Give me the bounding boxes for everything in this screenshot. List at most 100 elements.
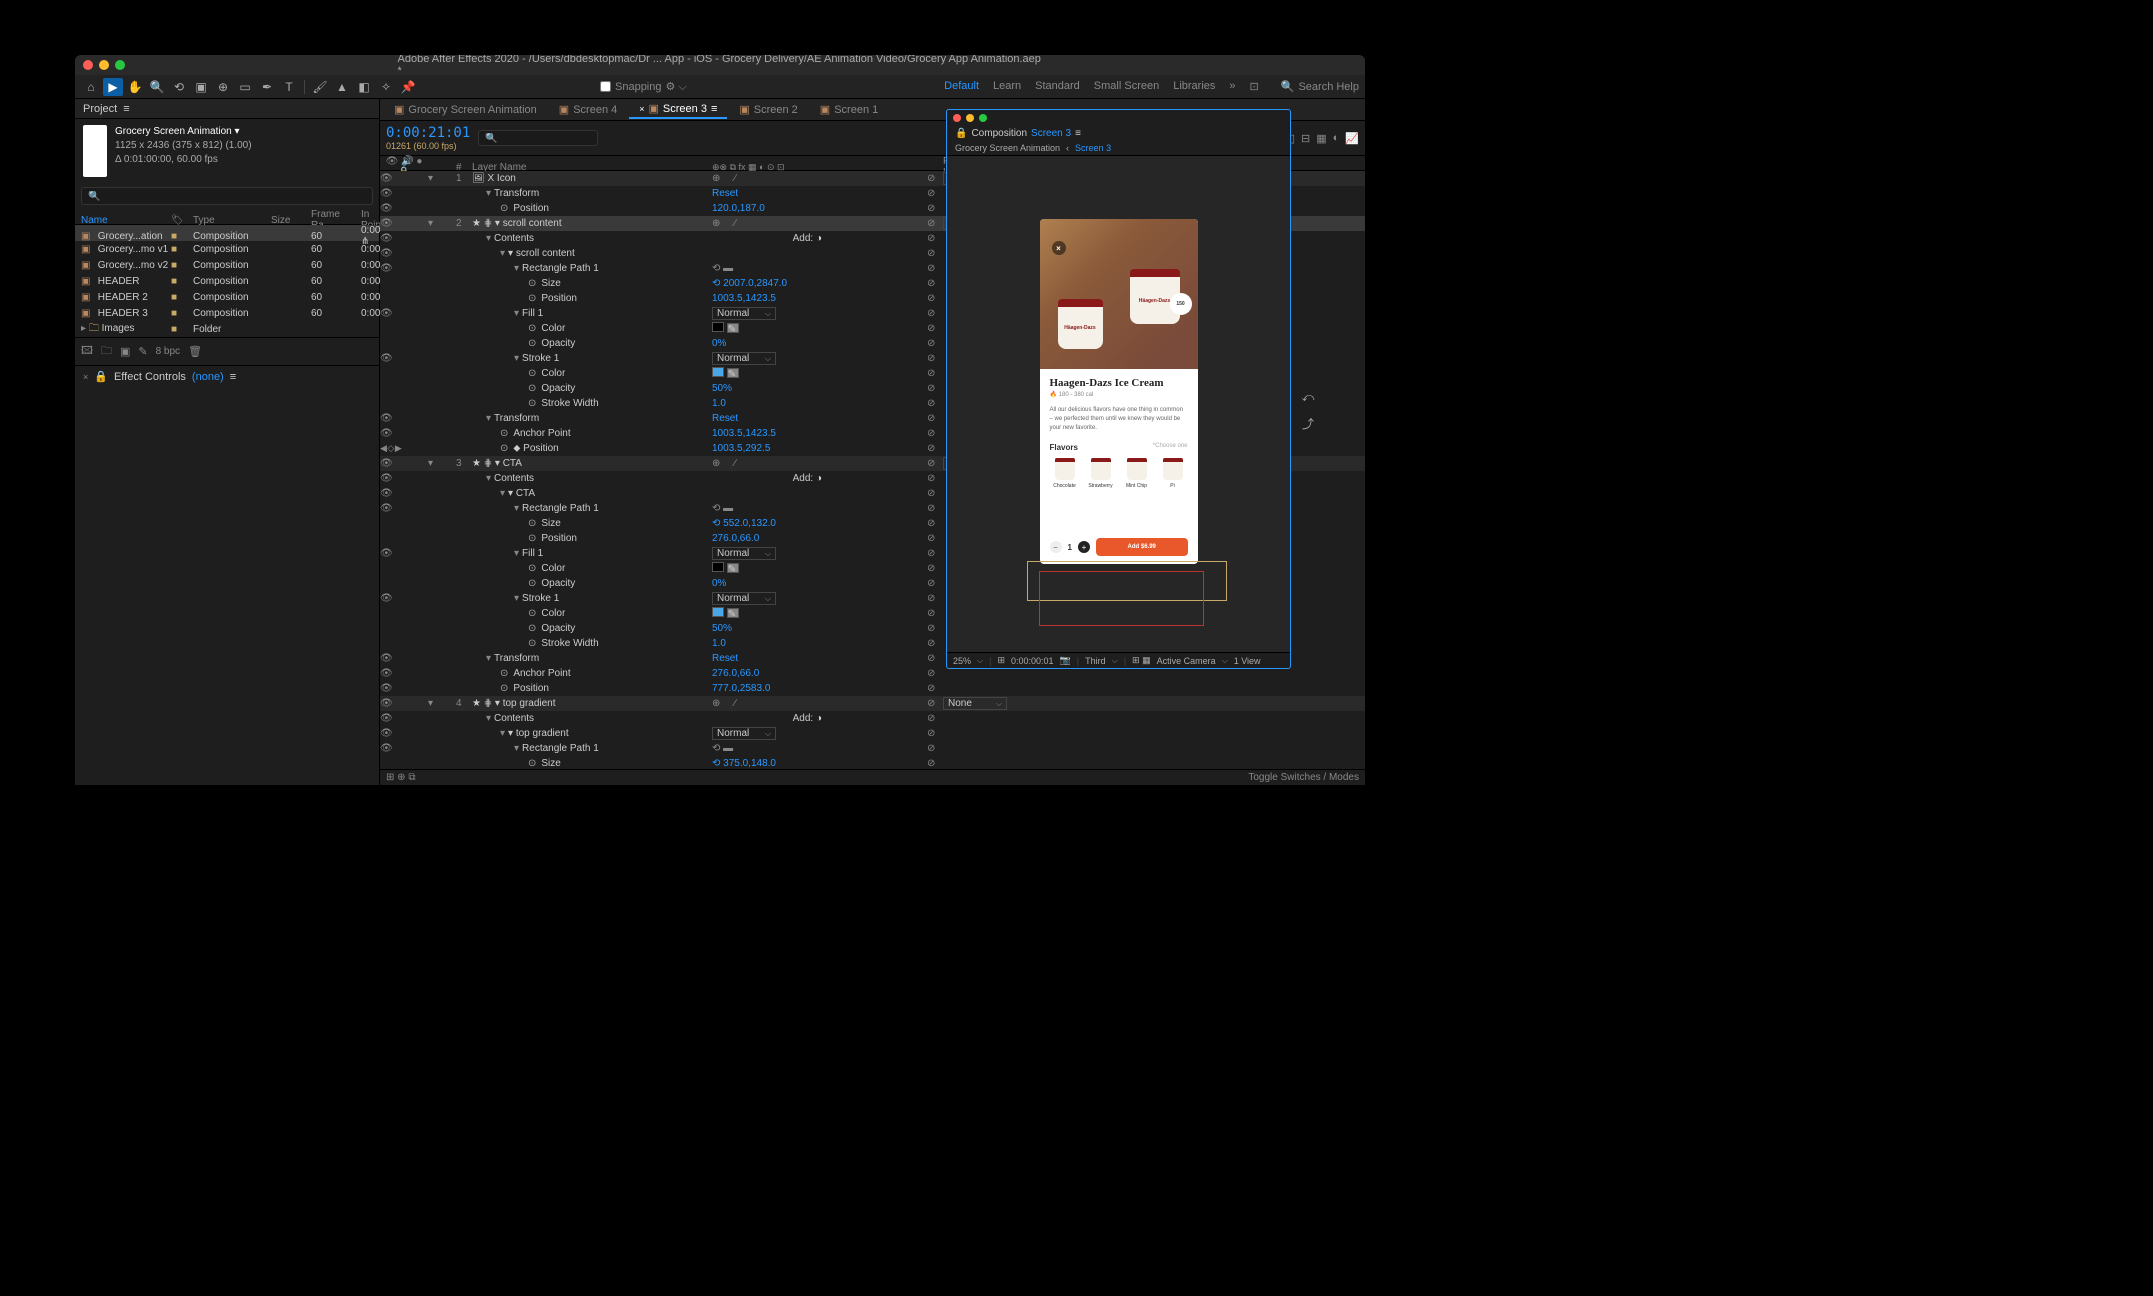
minimize-window-button[interactable] — [99, 60, 109, 70]
project-tab[interactable]: Project≡ — [75, 99, 379, 119]
window-title: Adobe After Effects 2020 - /Users/dbdesk… — [398, 55, 1043, 77]
panel-close-button[interactable] — [953, 114, 961, 122]
export-icon[interactable]: ⤴ — [1302, 415, 1314, 432]
workspace-menu[interactable]: ⊡ — [1250, 80, 1259, 93]
clone-tool[interactable]: ▲ — [332, 78, 352, 96]
project-item[interactable]: ▣ Grocery...mo v2■Composition600:00 — [75, 257, 379, 273]
property-row[interactable]: 👁▾ ▾ top gradientNormal ⌵⊘ — [380, 726, 1365, 741]
frame-blend-icon[interactable]: ▦ — [1316, 132, 1326, 145]
trash-icon[interactable]: 🗑 — [188, 345, 202, 358]
tab-grocery-animation[interactable]: ▣Grocery Screen Animation — [384, 101, 547, 118]
project-item[interactable]: ▣ HEADER■Composition600:00 — [75, 273, 379, 289]
snapshot-icon[interactable]: 📷 — [1060, 655, 1071, 666]
hand-tool[interactable]: ✋ — [125, 78, 145, 96]
adjust-icon[interactable]: ✎ — [138, 345, 147, 358]
workspace-standard[interactable]: Standard — [1035, 80, 1080, 93]
workspace-default[interactable]: Default — [944, 80, 979, 93]
type-tool[interactable]: T — [279, 78, 299, 96]
interpret-icon[interactable]: 🖾 — [81, 342, 93, 361]
mock-flavor-item: Strawberry — [1086, 458, 1116, 489]
main-toolbar: ⌂ ▶ ✋ 🔍 ⟲ ▣ ⊕ ▭ ✒ T 🖌 ▲ ◧ ✧ 📌 Snapping ⚙… — [75, 75, 1365, 99]
tab-screen-4[interactable]: ▣Screen 4 — [549, 101, 627, 118]
right-tool-strip: ⤺ ⤴ — [1300, 390, 1316, 432]
project-item[interactable]: ▸ 🗀 Images■Folder — [75, 321, 379, 337]
workspace-overflow[interactable]: » — [1229, 80, 1235, 93]
project-columns: Name 🏷 Type Size Frame Ra... In Point — [75, 209, 379, 225]
timeline-footer: ⊞ ⊕ ⧉ Toggle Switches / Modes — [380, 769, 1365, 785]
camera-tool[interactable]: ▣ — [191, 78, 211, 96]
magnification[interactable]: 25% — [953, 656, 971, 666]
orbit-tool[interactable]: ⟲ — [169, 78, 189, 96]
project-panel: Project≡ Grocery Screen Animation ▾ 1125… — [75, 99, 380, 785]
undo-icon[interactable]: ⤺ — [1302, 390, 1315, 405]
zoom-window-button[interactable] — [115, 60, 125, 70]
viewer-footer: 25%⌵ | ⊞ 0:00:00:01 📷 | Third⌵ | ⊞ ▦ Act… — [947, 652, 1290, 668]
layer-row[interactable]: 👁▾4★ ⋕ ▾ top gradient⊕ ∕⊘None ⌵ — [380, 696, 1365, 711]
lock-icon[interactable]: 🔒 — [955, 128, 967, 139]
roto-tool[interactable]: ✧ — [376, 78, 396, 96]
project-item[interactable]: ▣ HEADER 3■Composition600:00 — [75, 305, 379, 321]
viewer-canvas[interactable]: × Häagen-Dazs Häagen-Dazs 150 Haagen-Daz… — [947, 156, 1290, 652]
mock-calories: 🔥 180 - 380 cal — [1050, 391, 1188, 398]
mock-flavor-list: ChocolateStrawberryMint ChipPi — [1050, 458, 1188, 489]
timeline-search[interactable] — [478, 130, 598, 146]
workspace-learn[interactable]: Learn — [993, 80, 1021, 93]
property-row[interactable]: 👁▾ ContentsAdd: ◑⊘ — [380, 711, 1365, 726]
mockup-screen: × Häagen-Dazs Häagen-Dazs 150 Haagen-Daz… — [1040, 219, 1198, 564]
mock-calorie-badge: 150 — [1170, 293, 1192, 315]
panel-minimize-button[interactable] — [966, 114, 974, 122]
pen-tool[interactable]: ✒ — [257, 78, 277, 96]
project-search[interactable] — [81, 187, 373, 205]
project-list: ▣ Grocery...ation■Composition600:00 ⋔▣ G… — [75, 225, 379, 337]
folder-icon[interactable]: 🗀 — [101, 342, 112, 361]
project-item-preview: Grocery Screen Animation ▾ 1125 x 2436 (… — [75, 119, 379, 183]
workspace-libraries[interactable]: Libraries — [1173, 80, 1215, 93]
pan-behind-tool[interactable]: ⊕ — [213, 78, 233, 96]
property-row[interactable]: 👁⊙Position777.0,2583.0⊘ — [380, 681, 1365, 696]
current-time[interactable]: 0:00:21:01 — [386, 125, 470, 141]
search-help[interactable]: 🔍 Search Help — [1281, 80, 1359, 93]
graph-editor-icon[interactable]: 📈 — [1345, 132, 1359, 145]
brush-tool[interactable]: 🖌 — [310, 78, 330, 96]
close-window-button[interactable] — [83, 60, 93, 70]
property-row[interactable]: 👁▾ Rectangle Path 1⟲ ▬⊘ — [380, 741, 1365, 756]
zoom-tool[interactable]: 🔍 — [147, 78, 167, 96]
lock-icon[interactable]: 🔒 — [94, 370, 108, 383]
effect-controls-panel[interactable]: × 🔒 Effect Controls (none) ≡ — [75, 365, 379, 387]
eraser-tool[interactable]: ◧ — [354, 78, 374, 96]
project-item[interactable]: ▣ Grocery...ation■Composition600:00 ⋔ — [75, 225, 379, 241]
resolution-icon[interactable]: ⊞ — [997, 655, 1005, 666]
mock-cart-bar: − 1 + Add $6.99 — [1040, 530, 1198, 564]
mock-close-button: × — [1052, 241, 1066, 255]
mock-add-button: Add $6.99 — [1096, 538, 1188, 556]
new-comp-icon[interactable]: ▣ — [120, 345, 130, 358]
composition-viewer-panel: 🔒 Composition Screen 3≡ Grocery Screen A… — [946, 109, 1291, 669]
close-icon[interactable]: × — [83, 372, 88, 382]
tab-screen-3[interactable]: ×▣Screen 3≡ — [629, 100, 727, 119]
mock-flavor-item: Chocolate — [1050, 458, 1080, 489]
motion-blur-icon[interactable]: ◐ — [1333, 132, 1340, 145]
mock-flavor-item: Pi — [1158, 458, 1188, 489]
shape-tool[interactable]: ▭ — [235, 78, 255, 96]
mock-product-title: Haagen-Dazs Ice Cream — [1050, 377, 1188, 389]
selection-tool[interactable]: ▶ — [103, 78, 123, 96]
snapping-checkbox[interactable] — [600, 81, 611, 92]
snapping-toggle[interactable]: Snapping ⚙ ⌵ — [600, 80, 687, 94]
tab-screen-2[interactable]: ▣Screen 2 — [729, 101, 807, 118]
preview-thumbnail — [83, 125, 107, 177]
mock-description: All our delicious flavors have one thing… — [1050, 406, 1188, 433]
toggle-switches-modes[interactable]: Toggle Switches / Modes — [1248, 772, 1359, 783]
puppet-tool[interactable]: 📌 — [398, 78, 418, 96]
panel-zoom-button[interactable] — [979, 114, 987, 122]
property-row[interactable]: ⊙Size⟲ 375.0,148.0⊘ — [380, 756, 1365, 769]
home-icon[interactable]: ⌂ — [81, 78, 101, 96]
project-item[interactable]: ▣ HEADER 2■Composition600:00 — [75, 289, 379, 305]
shy-icon[interactable]: ⊟ — [1301, 132, 1310, 145]
preview-time[interactable]: 0:00:00:01 — [1011, 656, 1054, 666]
mock-product-cup: Häagen-Dazs — [1058, 299, 1103, 349]
tab-screen-1[interactable]: ▣Screen 1 — [810, 101, 888, 118]
workspace-bar: Default Learn Standard Small Screen Libr… — [944, 80, 1259, 93]
project-item[interactable]: ▣ Grocery...mo v1■Composition600:00 — [75, 241, 379, 257]
workspace-small-screen[interactable]: Small Screen — [1094, 80, 1159, 93]
viewer-tab[interactable]: 🔒 Composition Screen 3≡ — [947, 126, 1290, 141]
